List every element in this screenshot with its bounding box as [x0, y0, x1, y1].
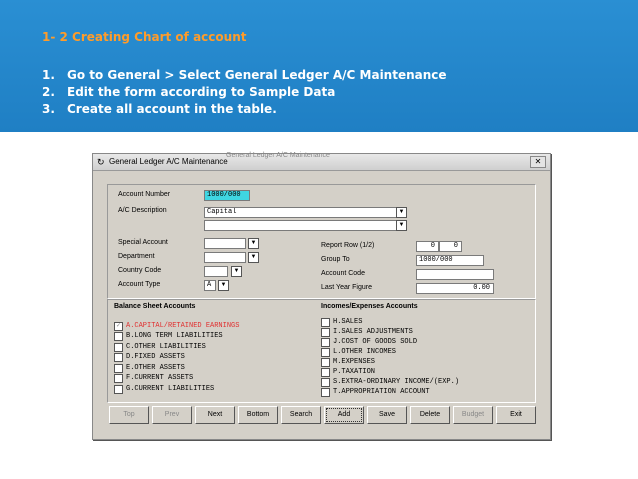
- account-details-panel: Account Number 1000/000 A/C Description …: [107, 184, 536, 299]
- department-label: Department: [118, 253, 155, 260]
- income-item-expenses[interactable]: M.EXPENSES: [333, 358, 375, 366]
- steps-list: 1. Go to General > Select General Ledger …: [42, 67, 447, 118]
- account-number-field[interactable]: 1000/000: [204, 190, 250, 201]
- description-label: A/C Description: [118, 207, 167, 214]
- checkbox-capital[interactable]: ✓: [114, 322, 123, 331]
- last-year-figure-label: Last Year Figure: [321, 284, 372, 291]
- chevron-down-icon[interactable]: ▼: [248, 238, 259, 249]
- account-category-panel: Balance Sheet Accounts Incomes/Expenses …: [107, 299, 536, 403]
- slide-title: 1- 2 Creating Chart of account: [42, 30, 247, 44]
- income-item-taxation[interactable]: P.TAXATION: [333, 368, 375, 376]
- description-field-2[interactable]: [204, 220, 397, 231]
- step-number: 2.: [42, 85, 55, 99]
- income-item-other-incomes[interactable]: L.OTHER INCOMES: [333, 348, 396, 356]
- checkbox-fixed-assets[interactable]: [114, 353, 123, 362]
- chevron-down-icon[interactable]: ▼: [396, 207, 407, 218]
- chevron-down-icon[interactable]: ▼: [218, 280, 229, 291]
- exit-button[interactable]: Exit: [496, 406, 536, 424]
- group-to-field[interactable]: 1000/000: [416, 255, 484, 266]
- income-item-sales-adjustments[interactable]: I.SALES ADJUSTMENTS: [333, 328, 413, 336]
- step-text: Edit the form according to Sample Data: [67, 85, 336, 99]
- step-item: 3. Create all account in the table.: [42, 101, 447, 118]
- budget-button[interactable]: Budget: [453, 406, 493, 424]
- balance-sheet-item-capital[interactable]: A.CAPITAL/RETAINED EARNINGS: [126, 322, 239, 330]
- account-code-label: Account Code: [321, 270, 365, 277]
- income-expense-heading: Incomes/Expenses Accounts: [321, 303, 418, 310]
- account-number-label: Account Number: [118, 191, 171, 198]
- checkbox-current-liabilities[interactable]: [114, 385, 123, 394]
- income-item-cost-of-goods-sold[interactable]: J.COST OF GOODS SOLD: [333, 338, 417, 346]
- checkbox-current-assets[interactable]: [114, 374, 123, 383]
- window-app-icon: ↻: [97, 157, 105, 167]
- step-text: Create all account in the table.: [67, 102, 277, 116]
- chevron-down-icon[interactable]: ▼: [396, 220, 407, 231]
- next-button[interactable]: Next: [195, 406, 235, 424]
- checkbox-taxation[interactable]: [321, 368, 330, 377]
- save-button[interactable]: Save: [367, 406, 407, 424]
- last-year-figure-field[interactable]: 0.00: [416, 283, 494, 294]
- balance-sheet-item-other-liabilities[interactable]: C.OTHER LIABILITIES: [126, 343, 206, 351]
- window-titlebar[interactable]: ↻ General Ledger A/C Maintenance General…: [93, 152, 550, 171]
- balance-sheet-item-fixed-assets[interactable]: D.FIXED ASSETS: [126, 353, 185, 361]
- country-code-label: Country Code: [118, 267, 162, 274]
- account-code-field[interactable]: [416, 269, 494, 280]
- add-button[interactable]: Add: [324, 406, 364, 424]
- group-to-label: Group To: [321, 256, 350, 263]
- checkbox-other-assets[interactable]: [114, 364, 123, 373]
- checkbox-sales-adjustments[interactable]: [321, 328, 330, 337]
- checkbox-expenses[interactable]: [321, 358, 330, 367]
- checkbox-sales[interactable]: [321, 318, 330, 327]
- checkbox-cost-of-goods-sold[interactable]: [321, 338, 330, 347]
- income-item-appropriation[interactable]: T.APPROPRIATION ACCOUNT: [333, 388, 430, 396]
- delete-button[interactable]: Delete: [410, 406, 450, 424]
- step-number: 3.: [42, 102, 55, 116]
- checkbox-other-liabilities[interactable]: [114, 343, 123, 352]
- step-number: 1.: [42, 68, 55, 82]
- report-row-label: Report Row (1/2): [321, 242, 375, 249]
- bottom-button[interactable]: Bottom: [238, 406, 278, 424]
- navigation-toolbar: Top Prev Next Bottom Search Add Save Del…: [107, 406, 536, 426]
- top-button[interactable]: Top: [109, 406, 149, 424]
- report-row-field-2[interactable]: 0: [439, 241, 462, 252]
- report-row-field-1[interactable]: 0: [416, 241, 439, 252]
- balance-sheet-item-current-assets[interactable]: F.CURRENT ASSETS: [126, 374, 193, 382]
- checkbox-extra-ordinary[interactable]: [321, 378, 330, 387]
- special-account-label: Special Account: [118, 239, 168, 246]
- checkbox-appropriation[interactable]: [321, 388, 330, 397]
- window-title: General Ledger A/C Maintenance: [109, 157, 228, 166]
- checkbox-long-term-liabilities[interactable]: [114, 332, 123, 341]
- income-item-extra-ordinary[interactable]: S.EXTRA-ORDINARY INCOME/(EXP.): [333, 378, 459, 386]
- step-item: 2. Edit the form according to Sample Data: [42, 84, 447, 101]
- account-type-select[interactable]: A: [204, 280, 216, 291]
- country-code-select[interactable]: [204, 266, 228, 277]
- gl-maintenance-window: ↻ General Ledger A/C Maintenance General…: [92, 152, 551, 440]
- department-select[interactable]: [204, 252, 246, 263]
- window-ghost-title: General Ledger A/C Maintenance: [226, 152, 330, 159]
- chevron-down-icon[interactable]: ▼: [248, 252, 259, 263]
- close-icon[interactable]: ✕: [530, 156, 546, 168]
- search-button[interactable]: Search: [281, 406, 321, 424]
- prev-button[interactable]: Prev: [152, 406, 192, 424]
- balance-sheet-item-current-liabilities[interactable]: G.CURRENT LIABILITIES: [126, 385, 214, 393]
- balance-sheet-item-long-term-liabilities[interactable]: B.LONG TERM LIABILITIES: [126, 332, 223, 340]
- account-type-label: Account Type: [118, 281, 161, 288]
- step-text: Go to General > Select General Ledger A/…: [67, 68, 447, 82]
- step-item: 1. Go to General > Select General Ledger …: [42, 67, 447, 84]
- balance-sheet-item-other-assets[interactable]: E.OTHER ASSETS: [126, 364, 185, 372]
- special-account-select[interactable]: [204, 238, 246, 249]
- description-field-1[interactable]: Capital: [204, 207, 397, 218]
- checkbox-other-incomes[interactable]: [321, 348, 330, 357]
- chevron-down-icon[interactable]: ▼: [231, 266, 242, 277]
- balance-sheet-heading: Balance Sheet Accounts: [114, 303, 196, 310]
- income-item-sales[interactable]: H.SALES: [333, 318, 362, 326]
